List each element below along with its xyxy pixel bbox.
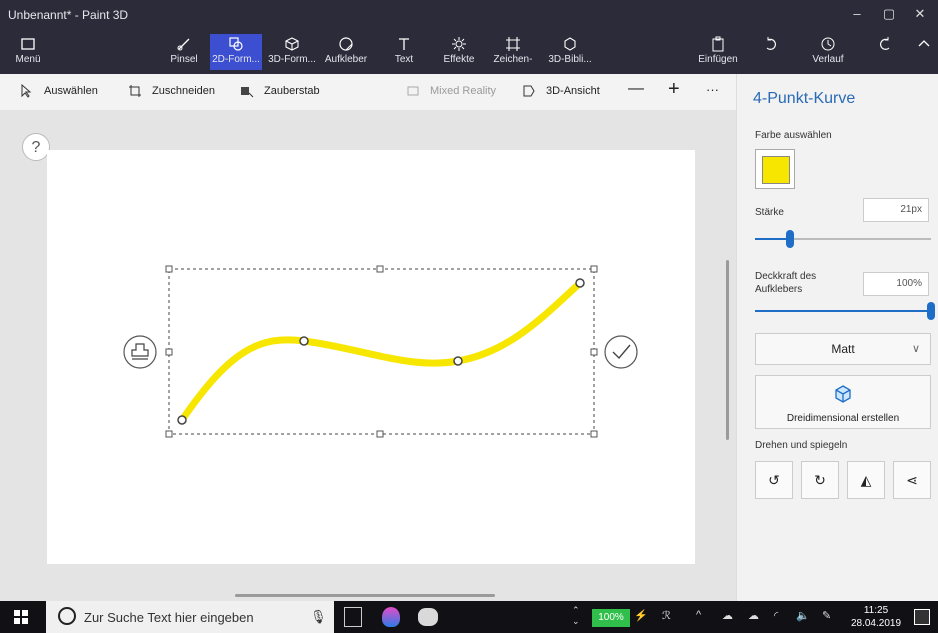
selection-handles [165,265,598,438]
redo-icon [870,36,900,54]
selection-box [168,268,595,435]
search-placeholder: Zur Suche Text hier eingeben [84,610,254,625]
color-picker[interactable] [755,149,795,189]
four-point-curve[interactable] [178,279,584,424]
cube-icon [835,385,851,403]
vertical-scrollbar[interactable] [726,260,729,440]
make-3d-label: Dreidimensional erstellen [786,413,900,424]
tray-scroll-icon[interactable]: ⌃ ⌄ [572,605,580,627]
panel-title: 4-Punkt-Kurve [753,90,856,107]
curve-control-point[interactable] [575,278,585,288]
color-swatch [762,156,790,184]
thickness-label: Stärke [755,207,784,218]
resize-handle[interactable] [376,430,384,438]
stamp-button[interactable] [123,335,157,369]
horizontal-scrollbar[interactable] [235,594,495,597]
paint3d-taskbar-icon[interactable] [382,607,400,627]
notification-center-icon[interactable] [914,609,930,625]
commit-button[interactable] [604,335,638,369]
close-button[interactable]: ✕ [905,6,935,22]
flip-vertical-button[interactable]: ◭ [847,461,885,499]
rotate-flip-label: Drehen und spiegeln [755,440,848,451]
flip-horizontal-button[interactable]: ⋖ [893,461,931,499]
power-plug-icon: ⚡ [634,610,648,622]
wifi-icon[interactable]: ◜ [774,609,778,622]
curve-editor-overlay [123,265,638,438]
flip-vertical-icon: ◭ [860,472,872,488]
resize-handle[interactable] [590,265,598,273]
opacity-slider[interactable] [755,302,935,320]
finish-dropdown[interactable]: Matt ∨ [755,333,931,365]
maximize-button[interactable]: ▢ [874,6,904,22]
slider-fill [755,238,791,240]
windows-start-icon[interactable] [14,610,28,629]
opacity-label-line1: Deckkraft des [755,271,817,282]
finish-value: Matt [831,342,855,356]
history-button[interactable]: Verlauf [806,34,850,70]
cloud-icon[interactable]: ☁ [748,609,759,622]
history-label: Verlauf [812,54,844,65]
battery-indicator[interactable]: 100% [592,609,630,627]
redo-button[interactable] [870,34,900,70]
resize-handle[interactable] [165,348,173,356]
slider-thumb[interactable] [927,302,935,320]
people-icon[interactable]: ℛ [662,609,671,622]
clock-time: 11:25 [863,605,889,616]
resize-handle[interactable] [165,265,173,273]
curve-control-point[interactable] [299,336,309,346]
resize-handle[interactable] [165,430,173,438]
undo-icon [756,36,786,54]
chevron-up-icon [912,36,936,54]
taskbar-search-box[interactable]: Zur Suche Text hier eingeben 🎙 [46,601,334,633]
clock[interactable]: 11:25 28.04.2019 [848,604,904,630]
thickness-input[interactable]: 21px [863,198,929,222]
rotate-left-button[interactable]: ↺ [755,461,793,499]
volume-icon[interactable]: 🔈 [796,609,810,622]
task-view-icon[interactable] [344,607,362,627]
resize-handle[interactable] [590,348,598,356]
onedrive-icon[interactable]: ☁ [722,609,733,622]
rotate-left-icon: ↺ [768,472,780,488]
cortana-icon [58,607,76,625]
curve-control-point[interactable] [177,415,187,425]
minimize-button[interactable]: – [842,6,872,21]
opacity-label-line2: Aufklebers [755,284,803,295]
resize-handle[interactable] [590,430,598,438]
microphone-icon[interactable]: 🎙 [310,609,327,625]
properties-panel: 4-Punkt-Kurve Farbe auswählen Stärke 21p… [736,74,938,601]
thickness-slider[interactable] [755,230,931,248]
make-3d-button[interactable]: Dreidimensional erstellen [755,375,931,429]
rotate-right-icon: ↻ [814,472,826,488]
pen-icon[interactable]: ✎ [822,609,831,622]
flip-horizontal-icon: ⋖ [906,472,918,488]
opacity-input[interactable]: 100% [863,272,929,296]
clock-date: 28.04.2019 [850,618,902,629]
resize-handle[interactable] [376,265,384,273]
show-hidden-icons[interactable]: ^ [696,609,701,621]
slider-thumb[interactable] [786,230,795,248]
slider-fill [755,310,931,312]
paint-taskbar-icon[interactable] [418,608,438,626]
taskbar: Zur Suche Text hier eingeben 🎙 ⌃ ⌄ 100% ⚡… [0,601,938,633]
collapse-ribbon-button[interactable] [912,34,936,70]
history-icon [806,36,850,54]
curve-control-point[interactable] [453,356,463,366]
chevron-down-icon: ∨ [911,343,920,355]
rotate-right-button[interactable]: ↻ [801,461,839,499]
undo-button[interactable] [756,34,786,70]
color-label: Farbe auswählen [755,130,832,141]
